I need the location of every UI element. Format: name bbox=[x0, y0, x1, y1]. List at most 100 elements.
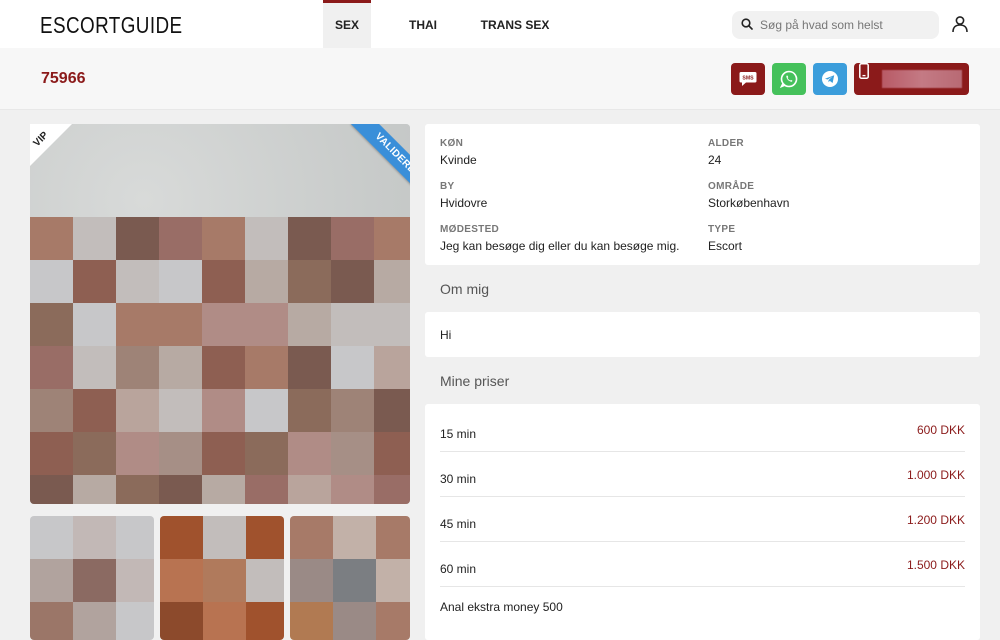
site-logo[interactable]: ESCORTGUIDE bbox=[40, 12, 183, 39]
pixel-block bbox=[288, 217, 331, 260]
price-duration: 30 min bbox=[440, 472, 477, 486]
pixel-block bbox=[246, 516, 284, 559]
area-value: Storkøbenhavn bbox=[708, 196, 790, 210]
pixel-block bbox=[116, 475, 159, 504]
telegram-button[interactable] bbox=[813, 63, 847, 95]
pixel-block bbox=[159, 346, 202, 389]
thumbnail-photo-3[interactable] bbox=[290, 516, 410, 640]
tab-sex[interactable]: SEX bbox=[323, 0, 371, 48]
pixel-block bbox=[290, 559, 333, 602]
vip-badge: VIP bbox=[30, 124, 72, 166]
gender-label: KØN bbox=[440, 138, 464, 149]
pixel-block bbox=[73, 389, 116, 432]
price-amount: 600 DKK bbox=[916, 423, 965, 437]
thumbnail-photo-1[interactable] bbox=[30, 516, 154, 640]
pixel-block bbox=[374, 217, 410, 260]
pixel-block bbox=[203, 516, 246, 559]
validated-ribbon: VALIDERET bbox=[330, 124, 410, 204]
pixel-block bbox=[245, 260, 288, 303]
search-input[interactable]: Søg på hvad som helst bbox=[732, 11, 939, 39]
pixel-block bbox=[288, 475, 331, 504]
pixel-block bbox=[159, 389, 202, 432]
whatsapp-icon bbox=[780, 70, 798, 88]
price-duration: 45 min bbox=[440, 517, 477, 531]
meeting-label: MØDESTED bbox=[440, 224, 500, 235]
tab-trans-sex[interactable]: TRANS SEX bbox=[480, 0, 550, 48]
pixel-block bbox=[288, 260, 331, 303]
pixel-block bbox=[331, 217, 374, 260]
pixel-block bbox=[116, 389, 159, 432]
pixel-block bbox=[30, 217, 73, 260]
age-value: 24 bbox=[708, 153, 722, 167]
pixel-block bbox=[160, 516, 203, 559]
pixel-block bbox=[202, 217, 245, 260]
telegram-icon bbox=[822, 71, 838, 87]
pixel-block bbox=[202, 432, 245, 475]
search-placeholder: Søg på hvad som helst bbox=[760, 18, 883, 32]
pixel-block bbox=[333, 602, 376, 640]
pixel-block bbox=[374, 475, 410, 504]
pixel-block bbox=[116, 260, 159, 303]
pixel-block bbox=[288, 432, 331, 475]
pixel-block bbox=[331, 432, 374, 475]
pixel-block bbox=[245, 346, 288, 389]
pixel-block bbox=[116, 516, 154, 559]
pixel-block bbox=[160, 602, 203, 640]
type-label: TYPE bbox=[708, 224, 736, 235]
pixel-block bbox=[73, 602, 116, 640]
pixel-block bbox=[246, 559, 284, 602]
whatsapp-button[interactable] bbox=[772, 63, 806, 95]
city-label: BY bbox=[440, 181, 455, 192]
pixel-block bbox=[73, 432, 116, 475]
pixel-block bbox=[288, 346, 331, 389]
pixel-block bbox=[203, 559, 246, 602]
pixel-block bbox=[374, 260, 410, 303]
pixel-block bbox=[245, 389, 288, 432]
validated-label: VALIDERET bbox=[351, 124, 410, 202]
price-extra-note: Anal ekstra money 500 bbox=[440, 600, 563, 614]
pixel-block bbox=[374, 346, 410, 389]
thumbnail-photo-2[interactable] bbox=[160, 516, 284, 640]
pixel-block bbox=[376, 559, 410, 602]
price-row: 45 min 1.200 DKK bbox=[440, 497, 965, 542]
pixel-block bbox=[116, 432, 159, 475]
pixel-block bbox=[202, 389, 245, 432]
pixel-block bbox=[290, 602, 333, 640]
pixel-block bbox=[30, 475, 73, 504]
about-card bbox=[425, 312, 980, 357]
pixel-block bbox=[376, 602, 410, 640]
area-label: OMRÅDE bbox=[708, 181, 755, 192]
pixel-block bbox=[202, 303, 245, 346]
search-icon bbox=[741, 18, 753, 30]
pixel-block bbox=[245, 217, 288, 260]
pixel-block bbox=[331, 346, 374, 389]
pixel-block bbox=[30, 389, 73, 432]
user-icon[interactable] bbox=[951, 15, 969, 33]
pixel-block bbox=[202, 475, 245, 504]
profile-id: 75966 bbox=[41, 70, 86, 87]
age-label: ALDER bbox=[708, 138, 744, 149]
price-row: 60 min 1.500 DKK bbox=[440, 542, 965, 587]
sms-button[interactable]: SMS bbox=[731, 63, 765, 95]
tab-thai-massage[interactable]: THAI MASSAGE bbox=[378, 0, 468, 82]
pixel-block bbox=[245, 303, 288, 346]
phone-number-redacted bbox=[882, 70, 962, 88]
vip-label: VIP bbox=[31, 129, 51, 150]
price-duration: 60 min bbox=[440, 562, 477, 576]
pixel-block bbox=[374, 432, 410, 475]
pixel-block bbox=[376, 516, 410, 559]
pixel-block bbox=[30, 432, 73, 475]
pixel-block bbox=[159, 217, 202, 260]
price-duration: 15 min bbox=[440, 427, 477, 441]
pixel-block bbox=[331, 260, 374, 303]
gender-value: Kvinde bbox=[440, 153, 477, 167]
pixel-block bbox=[288, 303, 331, 346]
about-title: Om mig bbox=[440, 281, 489, 297]
phone-button[interactable] bbox=[854, 63, 969, 95]
sms-icon: SMS bbox=[739, 72, 757, 86]
pixel-block bbox=[30, 303, 73, 346]
pixel-block bbox=[331, 389, 374, 432]
price-row: 30 min 1.000 DKK bbox=[440, 452, 965, 497]
pixel-block bbox=[288, 389, 331, 432]
phone-icon bbox=[859, 63, 869, 79]
